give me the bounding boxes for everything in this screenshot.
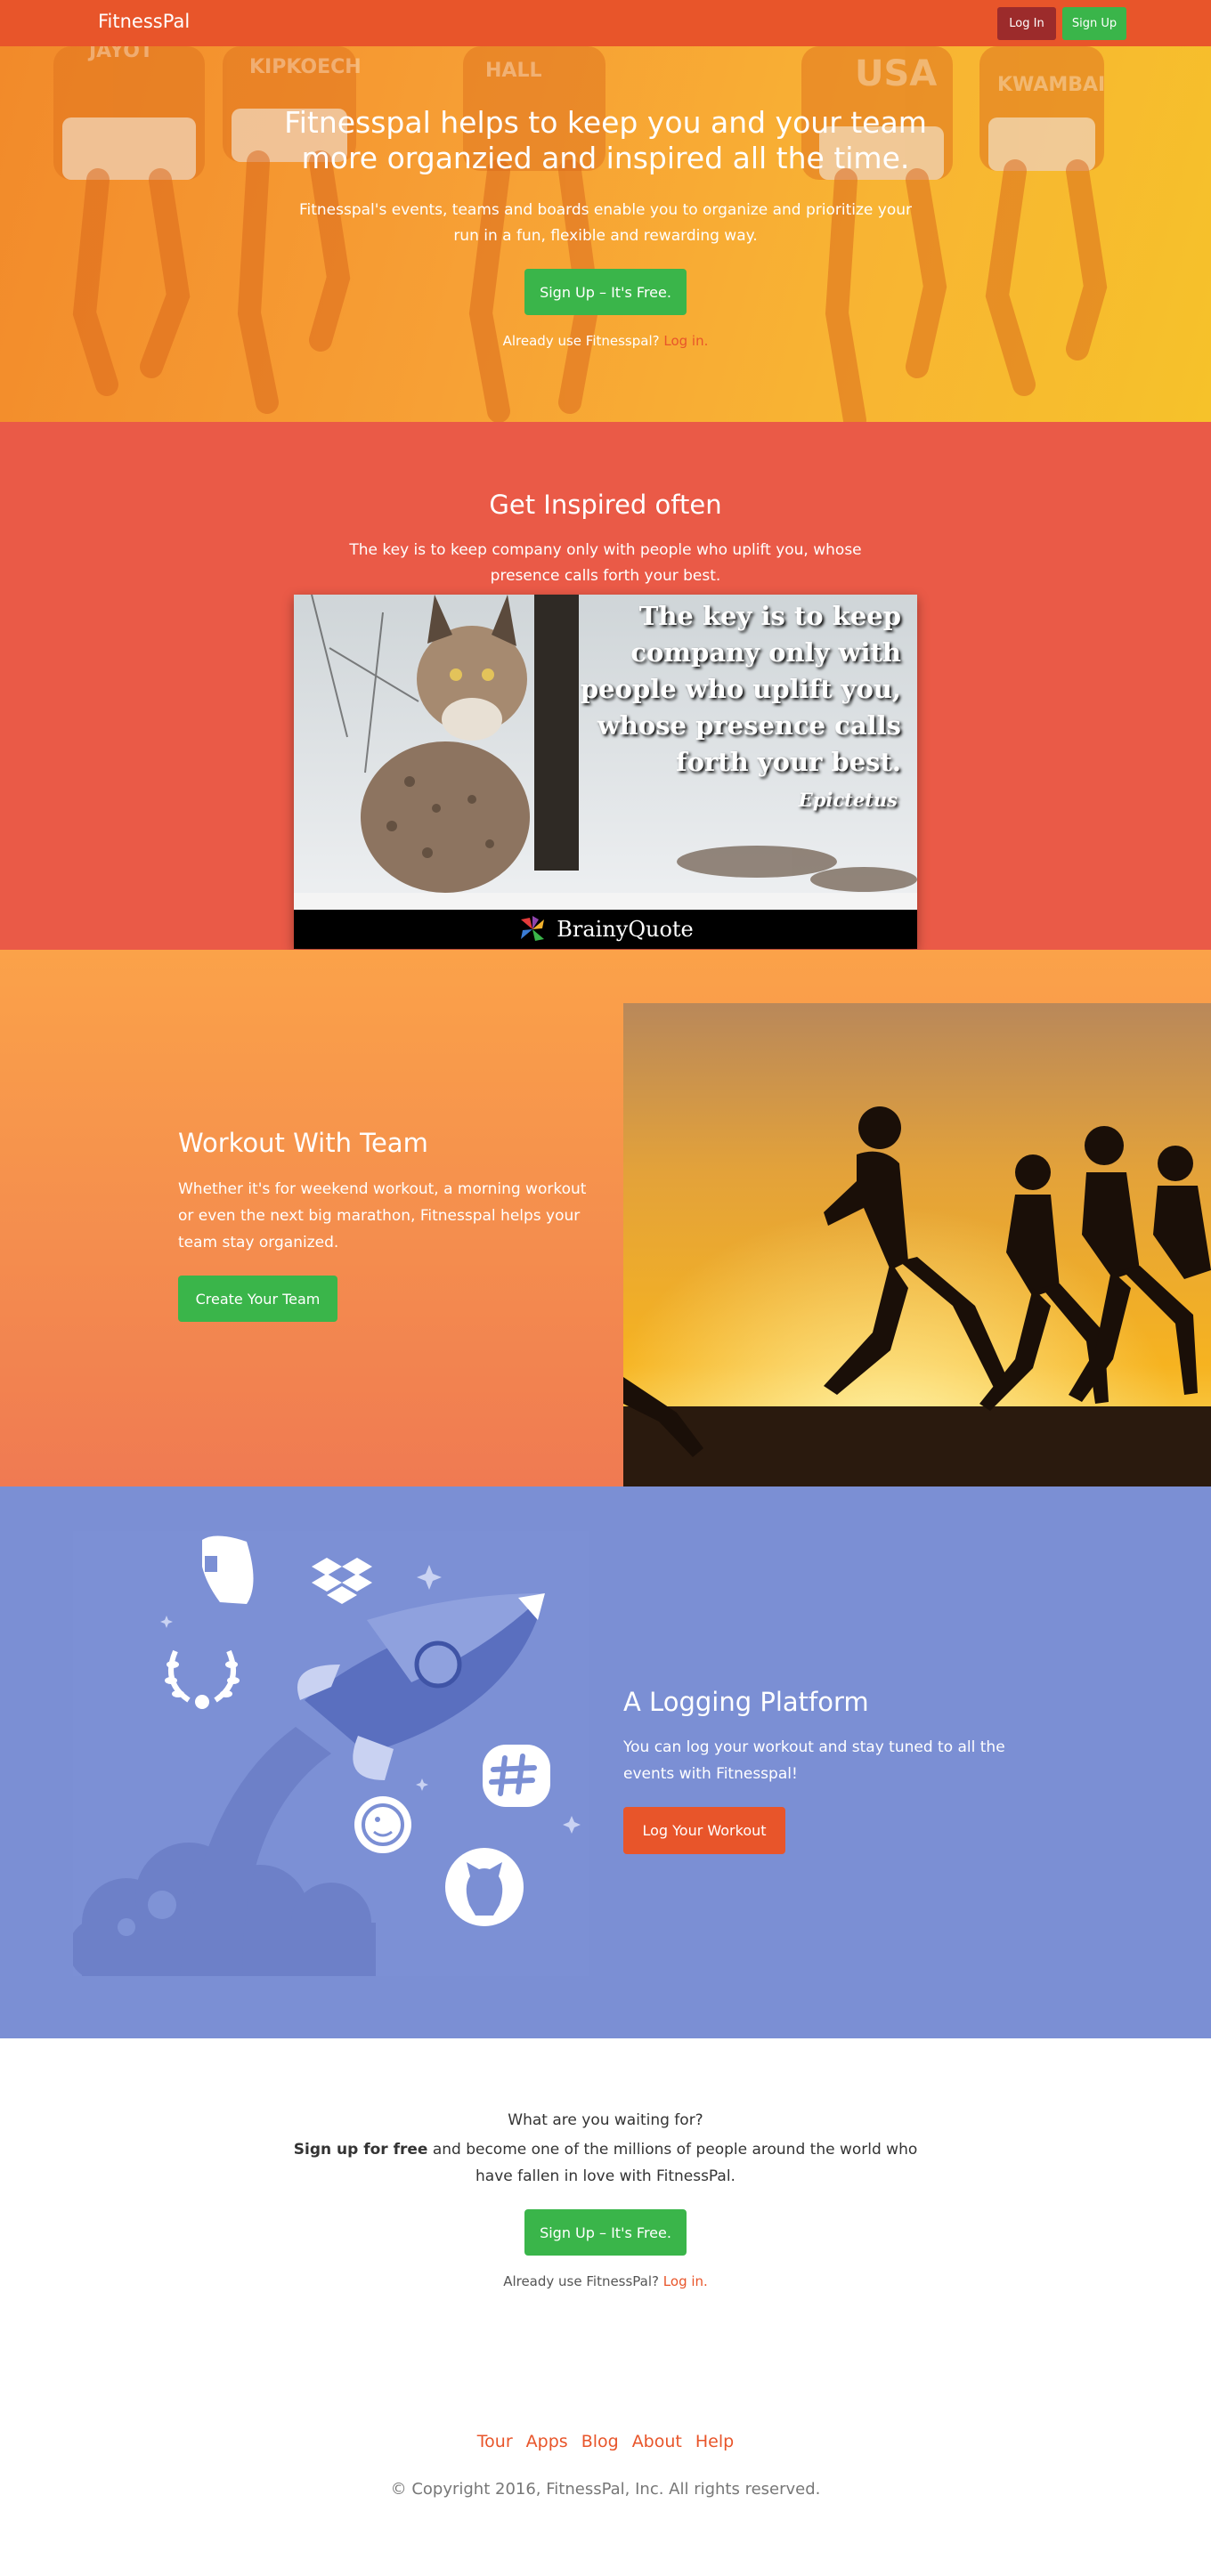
logging-title: A Logging Platform <box>623 1687 869 1717</box>
footer: Tour Apps Blog About Help © Copyright 20… <box>0 2377 1211 2576</box>
hero-already-line: Already use Fitnesspal? Log in. <box>338 333 873 349</box>
brainyquote-bar: BrainyQuote <box>294 910 917 949</box>
workout-section: Workout With Team Whether it's for weeke… <box>0 950 1211 1486</box>
slack-icon <box>483 1745 550 1807</box>
log-workout-button[interactable]: Log Your Workout <box>623 1807 785 1854</box>
final-text: Sign up for free and become one of the m… <box>285 2136 926 2190</box>
final-rest-text: and become one of the millions of people… <box>427 2141 918 2185</box>
mailchimp-icon <box>354 1796 411 1853</box>
footer-link-tour[interactable]: Tour <box>477 2432 513 2451</box>
footer-links: Tour Apps Blog About Help <box>0 2432 1211 2451</box>
bib-name: KIPKOECH <box>249 56 362 78</box>
bib-name: USA <box>855 53 937 94</box>
workout-text: Whether it's for weekend workout, a morn… <box>178 1180 587 1252</box>
footer-link-apps[interactable]: Apps <box>526 2432 568 2451</box>
create-team-button[interactable]: Create Your Team <box>178 1276 337 1322</box>
rocket-integrations-illustration <box>73 1531 589 1976</box>
footer-link-about[interactable]: About <box>632 2432 682 2451</box>
quote-line: whose presence calls <box>597 710 901 741</box>
hero-subtitle: Fitnesspal's events, teams and boards en… <box>298 201 913 245</box>
final-login-link[interactable]: Log in. <box>663 2273 708 2289</box>
final-question: What are you waiting for? <box>508 2111 703 2129</box>
login-button[interactable]: Log In <box>997 7 1056 40</box>
quote-line: company only with <box>630 637 901 668</box>
logging-text: You can log your workout and stay tuned … <box>623 1738 1005 1783</box>
workout-title: Workout With Team <box>178 1128 428 1158</box>
final-signup-button[interactable]: Sign Up – It's Free. <box>524 2209 687 2256</box>
quote-image: The key is to keep company only with peo… <box>294 595 917 949</box>
bib-name: JAYOT <box>87 46 153 62</box>
navbar: FitnessPal Log In Sign Up <box>0 0 1211 46</box>
hero-already-text: Already use Fitnesspal? <box>502 333 660 349</box>
inspired-title: Get Inspired often <box>489 490 722 520</box>
quote-text: The key is to keep company only with peo… <box>527 598 901 781</box>
hero-section: JAYOT KIPKOECH HALL USA KWAMBAI Fitnessp… <box>0 46 1211 422</box>
quote-line: The key is to keep <box>638 601 901 631</box>
footer-link-help[interactable]: Help <box>695 2432 734 2451</box>
brand-logo[interactable]: FitnessPal <box>98 11 190 32</box>
pinwheel-icon <box>521 916 545 941</box>
final-bold-text: Sign up for free <box>293 2141 428 2159</box>
bib-name: HALL <box>485 60 541 82</box>
github-icon <box>445 1848 524 1926</box>
quote-author: Epictetus <box>798 789 898 811</box>
sunset-runners-image <box>623 1003 1211 1486</box>
final-cta-section: What are you waiting for? Sign up for fr… <box>0 2038 1211 2377</box>
copyright: © Copyright 2016, FitnessPal, Inc. All r… <box>390 2480 821 2499</box>
hero-signup-button[interactable]: Sign Up – It's Free. <box>524 269 687 315</box>
quote-line: people who uplift you, <box>580 674 901 704</box>
final-already-line: Already use FitnessPal? Log in. <box>338 2273 873 2289</box>
inspired-subtitle: The key is to keep company only with peo… <box>349 541 862 585</box>
hero-login-link[interactable]: Log in. <box>663 333 708 349</box>
final-already-text: Already use FitnessPal? <box>503 2273 660 2289</box>
hero-title: Fitnesspal helps to keep you and your te… <box>284 105 927 175</box>
signup-button[interactable]: Sign Up <box>1062 7 1126 40</box>
brainyquote-logo: BrainyQuote <box>557 917 694 942</box>
logging-section: A Logging Platform You can log your work… <box>0 1486 1211 2038</box>
quote-line: forth your best. <box>676 747 901 777</box>
footer-link-blog[interactable]: Blog <box>581 2432 619 2451</box>
inspired-section: Get Inspired often The key is to keep co… <box>0 422 1211 950</box>
bib-name: KWAMBAI <box>997 74 1105 96</box>
